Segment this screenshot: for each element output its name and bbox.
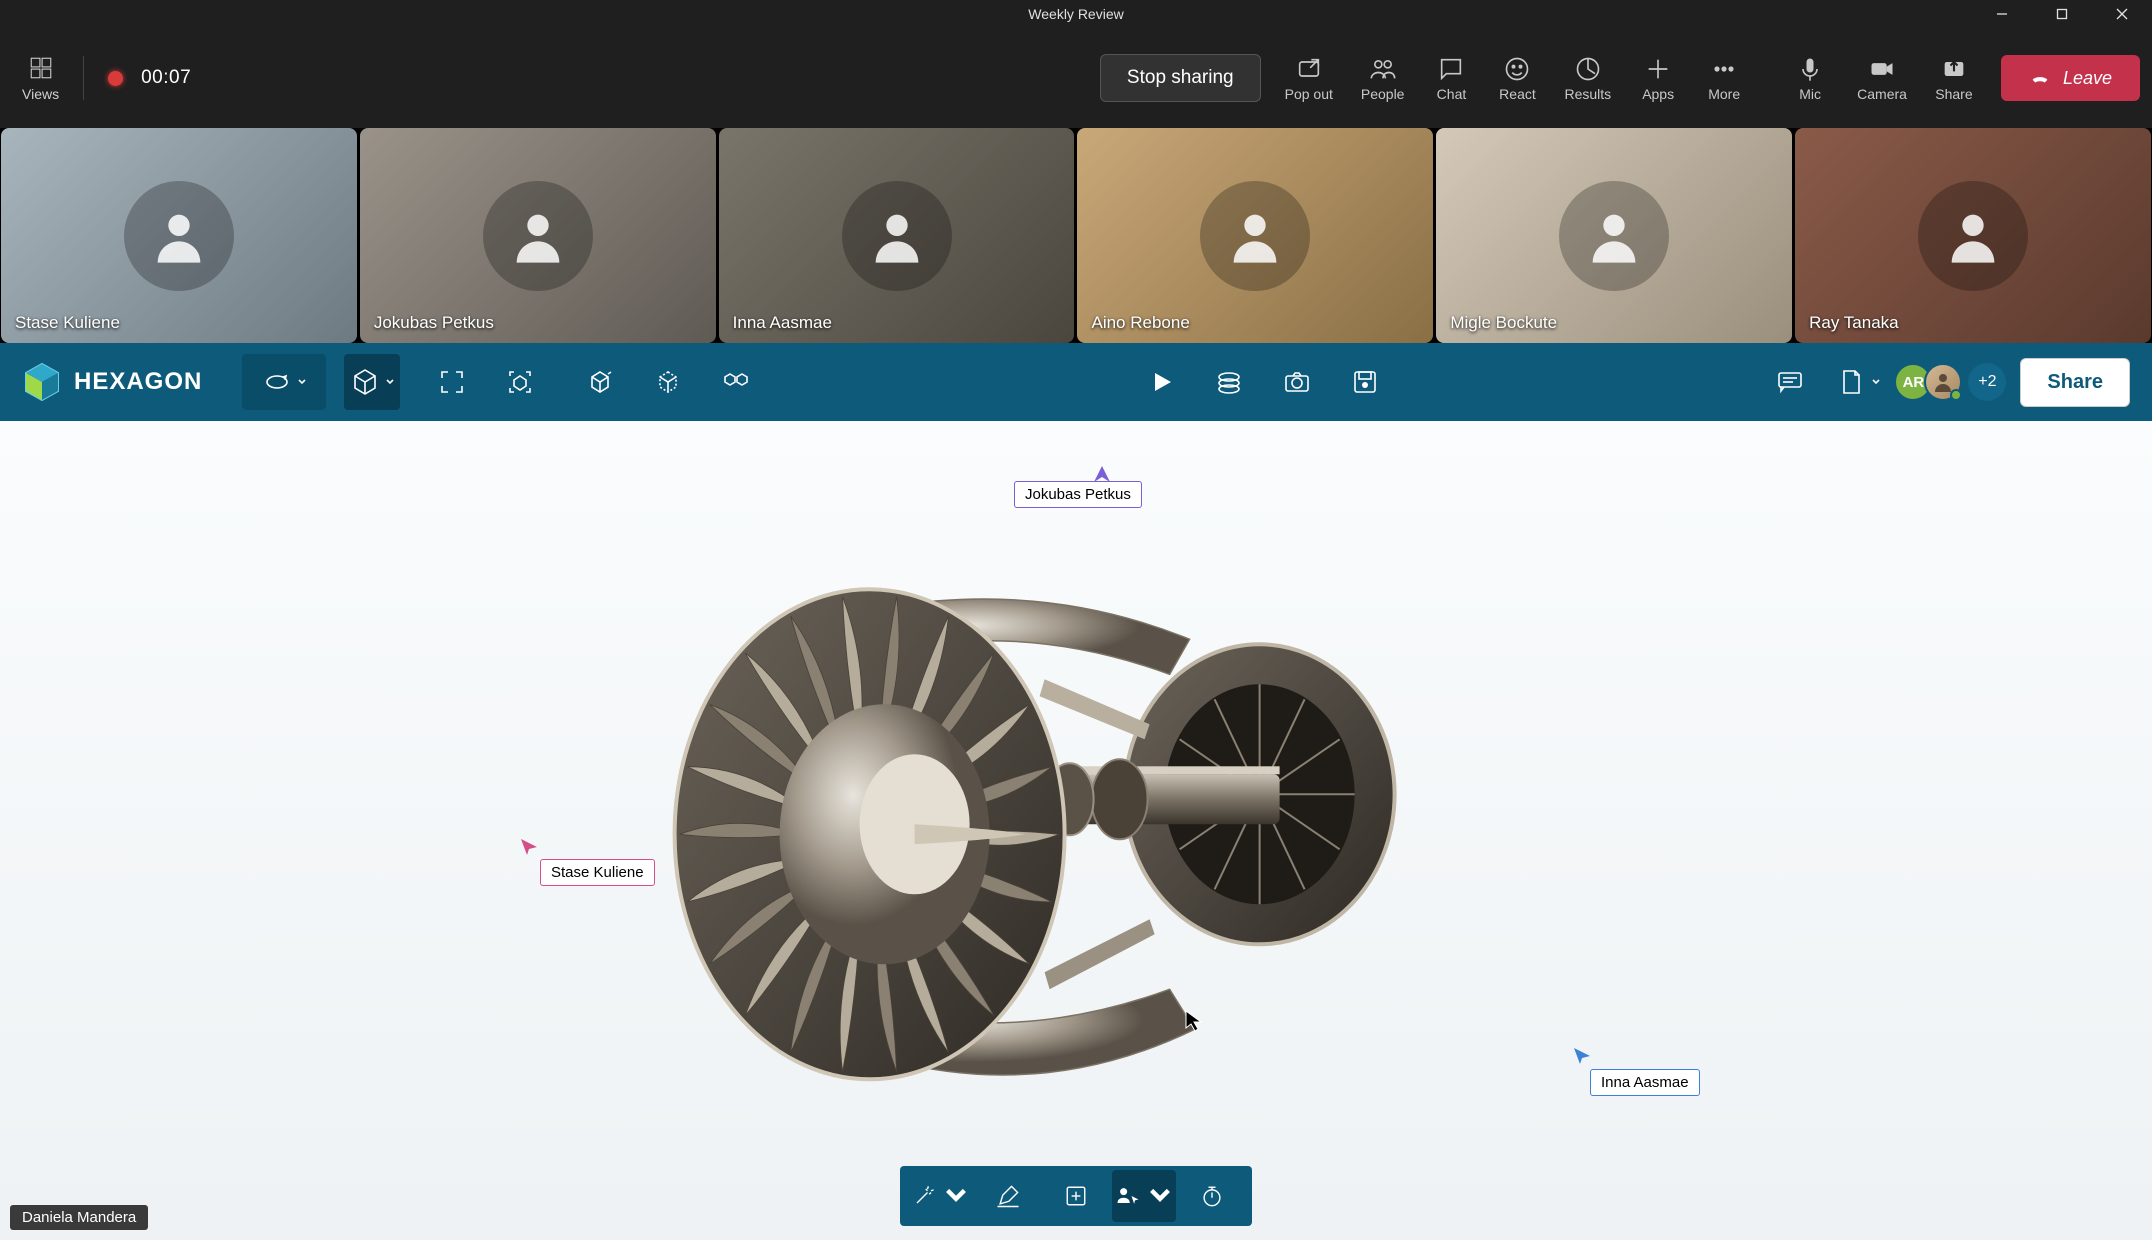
- cursor-label: Inna Aasmae: [1590, 1069, 1700, 1096]
- recording-indicator-icon: [108, 71, 123, 86]
- people-cursor-button[interactable]: [1112, 1170, 1176, 1222]
- play-button[interactable]: [1133, 354, 1189, 410]
- share-button[interactable]: Share: [1921, 49, 1987, 108]
- viewport-canvas[interactable]: // inline blade generator not allowed he…: [0, 421, 2152, 1240]
- engine-model-icon: // inline blade generator not allowed he…: [650, 534, 1470, 1179]
- participant-tile[interactable]: Inna Aasmae: [719, 128, 1075, 343]
- cursor-label: Stase Kuliene: [540, 859, 655, 886]
- cursor-label: Jokubas Petkus: [1014, 481, 1142, 508]
- mic-button[interactable]: Mic: [1777, 49, 1843, 108]
- save-view-button[interactable]: [1337, 354, 1393, 410]
- participant-tile[interactable]: Stase Kuliene: [1, 128, 357, 343]
- chevron-down-icon: [942, 1182, 970, 1210]
- comments-button[interactable]: [1762, 354, 1818, 410]
- people-label: People: [1361, 86, 1405, 102]
- camera-button[interactable]: Camera: [1843, 49, 1921, 108]
- pop-out-button[interactable]: Pop out: [1271, 49, 1347, 108]
- pop-out-label: Pop out: [1285, 86, 1333, 102]
- leave-label: Leave: [2063, 68, 2112, 89]
- layers-button[interactable]: [1201, 354, 1257, 410]
- minimize-button[interactable]: [1972, 0, 2032, 28]
- timer-button[interactable]: [1180, 1170, 1244, 1222]
- teams-meeting-toolbar: Views 00:07 Stop sharing Pop out People …: [0, 28, 2152, 128]
- explode-button[interactable]: [708, 354, 764, 410]
- participant-tile[interactable]: Migle Bockute: [1436, 128, 1792, 343]
- maximize-button[interactable]: [2032, 0, 2092, 28]
- participant-tile[interactable]: Jokubas Petkus: [360, 128, 716, 343]
- hangup-icon: [2029, 67, 2051, 89]
- video-placeholder-icon: [1077, 128, 1433, 343]
- presence-avatars[interactable]: AR +2: [1902, 363, 2006, 401]
- camera-label: Camera: [1857, 86, 1907, 102]
- close-button[interactable]: [2092, 0, 2152, 28]
- participant-name-label: Inna Aasmae: [733, 313, 832, 333]
- results-button[interactable]: Results: [1550, 49, 1625, 108]
- focus-cube-button[interactable]: [492, 354, 548, 410]
- chevron-down-icon: [1146, 1182, 1174, 1210]
- share-label: Share: [1935, 86, 1972, 102]
- annotation-toolbar: [900, 1166, 1252, 1226]
- separator: [83, 56, 84, 100]
- stop-sharing-button[interactable]: Stop sharing: [1100, 54, 1261, 102]
- wireframe-button[interactable]: [640, 354, 696, 410]
- snapshot-button[interactable]: [1269, 354, 1325, 410]
- participants-strip: Stase Kuliene Jokubas Petkus Inna Aasmae…: [0, 128, 2152, 343]
- views-button[interactable]: Views: [12, 49, 69, 108]
- window-titlebar: Weekly Review: [0, 0, 2152, 28]
- participant-tile[interactable]: Ray Tanaka: [1795, 128, 2151, 343]
- hexagon-toolbar: HEXAGON: [0, 343, 2152, 421]
- hexagon-logo: HEXAGON: [22, 362, 202, 402]
- views-label: Views: [22, 86, 59, 102]
- self-presence-label: Daniela Mandera: [10, 1205, 148, 1230]
- participant-name-label: Aino Rebone: [1091, 313, 1189, 333]
- participant-name-label: Stase Kuliene: [15, 313, 120, 333]
- apps-label: Apps: [1642, 86, 1674, 102]
- add-frame-button[interactable]: [1044, 1170, 1108, 1222]
- participant-name-label: Migle Bockute: [1450, 313, 1557, 333]
- more-label: More: [1708, 86, 1740, 102]
- results-label: Results: [1564, 86, 1611, 102]
- participant-name-label: Jokubas Petkus: [374, 313, 494, 333]
- people-button[interactable]: People: [1347, 49, 1419, 108]
- magic-wand-button[interactable]: [908, 1170, 972, 1222]
- participant-tile[interactable]: Aino Rebone: [1077, 128, 1433, 343]
- react-label: React: [1499, 86, 1536, 102]
- cursor-icon: [519, 837, 539, 862]
- chevron-down-icon: [1871, 377, 1881, 387]
- hexagon-logo-icon: [22, 362, 62, 402]
- cube-view-button[interactable]: [344, 354, 400, 410]
- chevron-down-icon: [385, 377, 395, 387]
- leave-button[interactable]: Leave: [2001, 55, 2140, 101]
- chat-button[interactable]: Chat: [1418, 49, 1484, 108]
- video-placeholder-icon: [1436, 128, 1792, 343]
- presence-overflow-count: +2: [1968, 363, 2006, 401]
- document-button[interactable]: [1830, 354, 1886, 410]
- chat-label: Chat: [1437, 86, 1467, 102]
- video-placeholder-icon: [1795, 128, 2151, 343]
- react-button[interactable]: React: [1484, 49, 1550, 108]
- apps-button[interactable]: Apps: [1625, 49, 1691, 108]
- hexagon-share-button[interactable]: Share: [2020, 358, 2130, 407]
- window-title: Weekly Review: [1028, 6, 1123, 22]
- orbit-button[interactable]: [256, 354, 312, 410]
- participant-name-label: Ray Tanaka: [1809, 313, 1898, 333]
- video-placeholder-icon: [1, 128, 357, 343]
- presence-avatar: [1924, 363, 1962, 401]
- isolate-button[interactable]: [572, 354, 628, 410]
- mouse-cursor-icon: [1185, 1010, 1203, 1037]
- mic-label: Mic: [1799, 86, 1821, 102]
- pen-button[interactable]: [976, 1170, 1040, 1222]
- video-placeholder-icon: [360, 128, 716, 343]
- cursor-icon: [1572, 1046, 1592, 1071]
- chevron-down-icon: [297, 377, 307, 387]
- recording-timer: 00:07: [141, 67, 191, 89]
- hexagon-brand-label: HEXAGON: [74, 368, 202, 396]
- video-placeholder-icon: [719, 128, 1075, 343]
- fit-view-button[interactable]: [424, 354, 480, 410]
- more-button[interactable]: More: [1691, 49, 1757, 108]
